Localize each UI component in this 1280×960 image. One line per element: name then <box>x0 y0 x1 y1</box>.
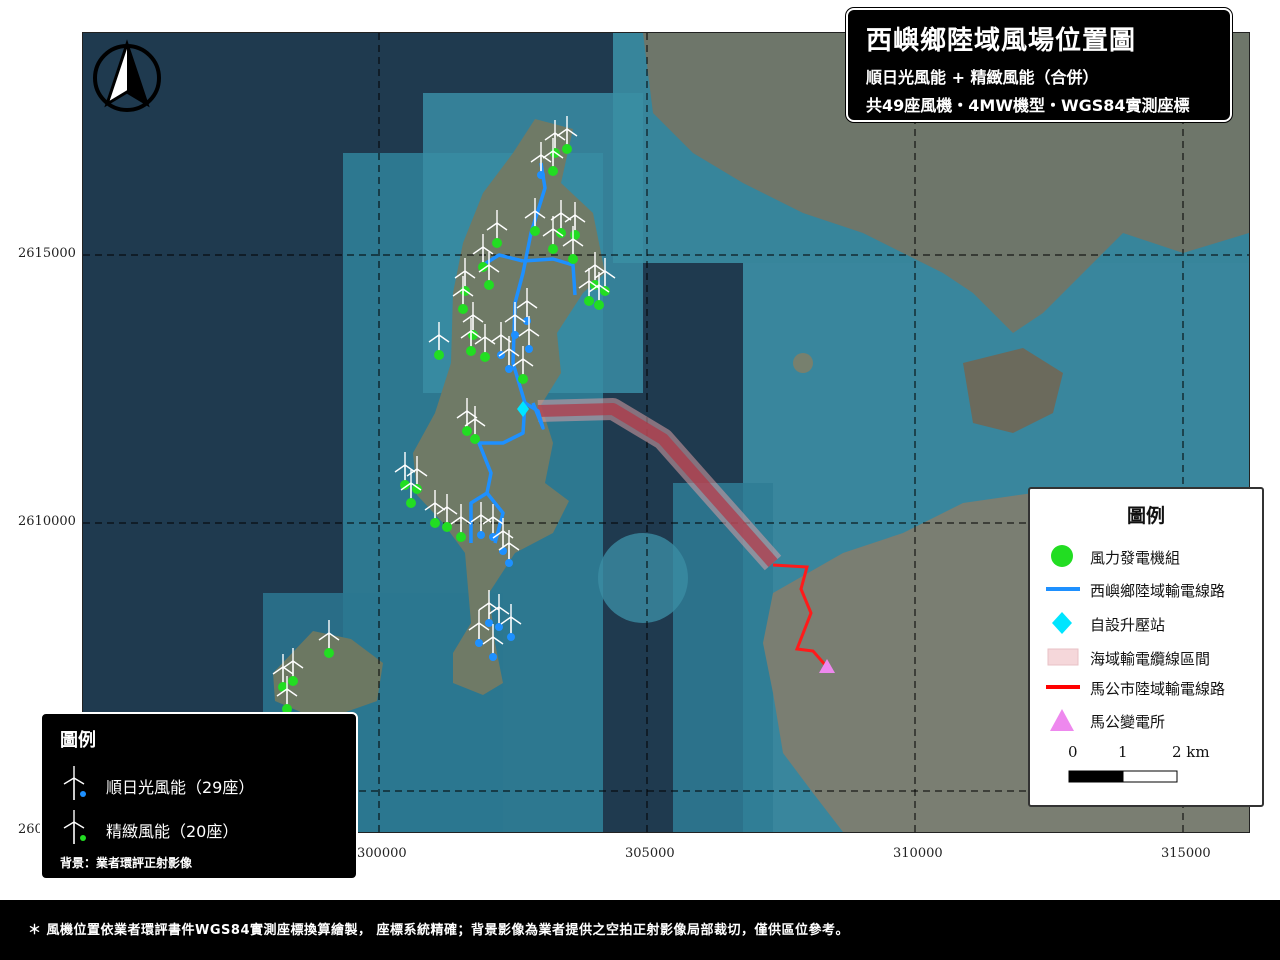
pink-rect-icon <box>1047 648 1079 666</box>
turbine-marker-blue <box>489 653 497 661</box>
background-note: 背景：業者環評正射影像 <box>60 856 193 870</box>
turbine-marker-green <box>434 350 444 360</box>
turbine-marker-green <box>584 296 594 306</box>
title-box: 西嶼鄉陸域風場位置圖 順日光風能 + 精緻風能（合併） 共49座風機・4MW機型… <box>846 8 1232 122</box>
turbine-marker-green <box>548 244 558 254</box>
blue-line-icon <box>1046 587 1080 591</box>
legend-item-shunrikuang: 順日光風能（29座） <box>60 766 340 802</box>
turbine-marker-green <box>530 226 540 236</box>
legend-label: 西嶼鄉陸域輸電線路 <box>1090 582 1226 600</box>
turbine-marker-blue <box>525 345 533 353</box>
turbine-marker-green <box>470 434 480 444</box>
legend-item-xiyu-line: 西嶼鄉陸域輸電線路 <box>1042 576 1252 602</box>
turbine-marker-green <box>406 498 416 508</box>
turbine-marker-green <box>492 238 502 248</box>
turbine-marker-green <box>568 254 578 264</box>
turbine-marker-green <box>458 304 468 314</box>
map-subtitle: 共49座風機・4MW機型・WGS84實測座標 <box>866 96 1190 115</box>
footer-bar: ＊ 風機位置依業者環評書件WGS84實測座標換算繪製， 座標系統精確；背景影像為… <box>0 900 1280 960</box>
turbine-marker-green <box>562 144 572 154</box>
scale-bar: 0 1 2 km <box>1068 743 1210 789</box>
map-subtitle: 順日光風能 + 精緻風能（合併） <box>866 68 1099 87</box>
legend-label: 精緻風能（20座） <box>106 822 239 841</box>
turbine-marker-green <box>456 532 466 542</box>
turbine-marker-blue <box>507 633 515 641</box>
turbine-marker-green <box>324 648 334 658</box>
turbine-marker-green <box>594 300 604 310</box>
legend-title: 圖例 <box>1126 505 1165 527</box>
map-title: 西嶼鄉陸域風場位置圖 <box>866 26 1137 56</box>
turbine-icon <box>63 810 86 844</box>
legend-item-jingzhi: 精緻風能（20座） <box>60 810 340 846</box>
turbine-marker-green <box>430 518 440 528</box>
turbine-marker-green <box>484 280 494 290</box>
scale-label: 1 <box>1118 743 1128 761</box>
legend-label: 馬公市陸域輸電線路 <box>1090 680 1226 698</box>
turbine-marker-blue <box>499 547 507 555</box>
turbine-legend-panel: 圖例 順日光風能（29座） 精緻風能（20座） 背景：業者環評正射影像 <box>40 712 358 880</box>
legend-item-substation: 馬公變電所 <box>1042 707 1252 733</box>
y-tick-label: 2605000 <box>18 822 42 837</box>
turbine-marker-green <box>518 374 528 384</box>
y-tick-label: 2610000 <box>18 514 76 529</box>
turbine-icon <box>63 766 86 800</box>
turbine-marker-green <box>480 352 490 362</box>
turbine-marker-blue <box>537 171 545 179</box>
legend-label: 海域輸電纜線區間 <box>1090 650 1211 668</box>
turbine-marker-green <box>288 676 298 686</box>
turbine-marker-green <box>570 230 580 240</box>
legend-title: 圖例 <box>60 730 96 751</box>
turbine-marker-blue <box>505 559 513 567</box>
legend-label: 自設升壓站 <box>1090 616 1166 634</box>
legend-item-magong-line: 馬公市陸域輸電線路 <box>1042 674 1252 700</box>
turbine-marker-blue <box>505 365 513 373</box>
red-line-icon <box>1046 685 1080 689</box>
green-circle-icon <box>1051 545 1073 567</box>
cyan-diamond-icon <box>1052 612 1072 634</box>
legend-item-turbine: 風力發電機組 <box>1042 543 1252 569</box>
y-tick-label: 2615000 <box>18 246 76 261</box>
x-tick-label: 305000 <box>625 846 675 861</box>
turbine-marker-green <box>466 346 476 356</box>
legend-label: 順日光風能（29座） <box>106 778 255 797</box>
turbine-marker-blue <box>477 531 485 539</box>
legend-label: 風力發電機組 <box>1090 549 1181 567</box>
legend-item-cable: 海域輸電纜線區間 <box>1042 644 1252 670</box>
turbine-marker-blue <box>485 619 493 627</box>
legend-label: 馬公變電所 <box>1090 713 1166 731</box>
turbine-marker-blue <box>489 533 497 541</box>
turbine-marker-green <box>442 522 452 532</box>
turbine-marker-blue <box>475 639 483 647</box>
turbine-marker-green <box>462 426 472 436</box>
pink-triangle-icon <box>1050 709 1074 731</box>
legend-item-booster: 自設升壓站 <box>1042 610 1252 636</box>
scale-label: 2 km <box>1172 743 1210 761</box>
footer-note: ＊ 風機位置依業者環評書件WGS84實測座標換算繪製， 座標系統精確；背景影像為… <box>28 923 850 938</box>
turbine-marker-green <box>548 166 558 176</box>
x-tick-label: 300000 <box>357 846 407 861</box>
x-tick-label: 315000 <box>1161 846 1211 861</box>
scale-bar-graphic <box>1068 770 1178 783</box>
legend-panel: 圖例 風力發電機組 西嶼鄉陸域輸電線路 自設升壓站 海域輸電纜線區間 馬公市陸域… <box>1028 487 1264 807</box>
islet <box>793 353 813 373</box>
imagery-tile <box>598 533 688 623</box>
turbine-marker-blue <box>511 331 519 339</box>
scale-label: 0 <box>1068 743 1078 761</box>
x-tick-label: 310000 <box>893 846 943 861</box>
